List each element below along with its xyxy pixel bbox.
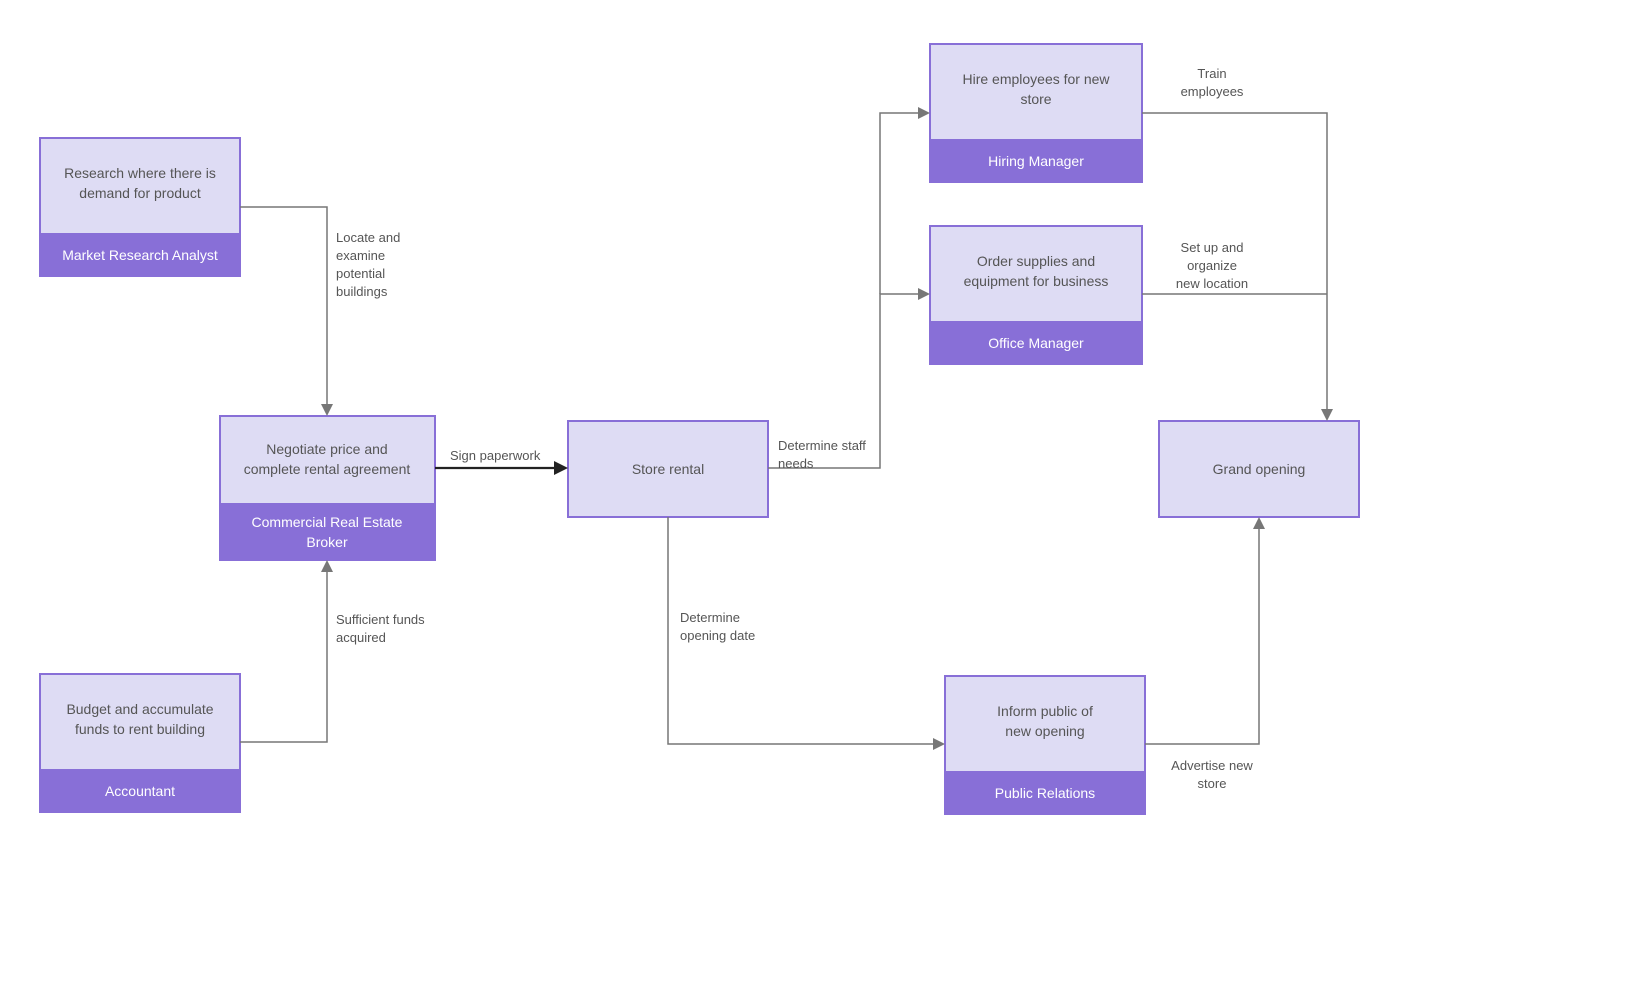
edge-advertise: Advertise new store <box>1145 517 1265 791</box>
edge-staff-l1: Determine staff <box>778 438 866 453</box>
node-inform-title-1: Inform public of <box>997 703 1093 719</box>
edge-locate-l3: potential <box>336 266 385 281</box>
flowchart-canvas: Research where there is demand for produ… <box>0 0 1640 993</box>
node-negotiate-footer-2: Broker <box>306 534 348 550</box>
edge-advertise-l1: Advertise new <box>1171 758 1253 773</box>
edge-sign: Sign paperwork <box>435 448 568 475</box>
node-grand-title: Grand opening <box>1213 461 1306 477</box>
node-hire-footer: Hiring Manager <box>988 153 1084 169</box>
edge-locate: Locate and examine potential buildings <box>240 207 400 416</box>
node-negotiate-footer-1: Commercial Real Estate <box>252 514 403 530</box>
edge-setup-l2: organize <box>1187 258 1237 273</box>
node-budget-title-2: funds to rent building <box>75 721 205 737</box>
node-budget-footer: Accountant <box>105 783 175 799</box>
edge-locate-l1: Locate and <box>336 230 400 245</box>
edge-date-l1: Determine <box>680 610 740 625</box>
edge-locate-l2: examine <box>336 248 385 263</box>
node-hire-title-1: Hire employees for new <box>962 71 1110 87</box>
node-supplies-title-1: Order supplies and <box>977 253 1095 269</box>
edge-date-l2: opening date <box>680 628 755 643</box>
edge-sufficient-l1: Sufficient funds <box>336 612 425 627</box>
edge-staff: Determine staff needs <box>768 107 930 471</box>
node-hire: Hire employees for new store Hiring Mana… <box>930 44 1142 182</box>
edge-advertise-l2: store <box>1198 776 1227 791</box>
edge-sufficient-l2: acquired <box>336 630 386 645</box>
edge-setup-l1: Set up and <box>1181 240 1244 255</box>
node-supplies-footer: Office Manager <box>988 335 1084 351</box>
node-research-footer: Market Research Analyst <box>62 247 218 263</box>
edge-setup: Set up and organize new location <box>1142 240 1327 294</box>
node-research-title-1: Research where there is <box>64 165 216 181</box>
node-supplies: Order supplies and equipment for busines… <box>930 226 1142 364</box>
edge-setup-l3: new location <box>1176 276 1248 291</box>
edge-sign-l1: Sign paperwork <box>450 448 541 463</box>
edge-staff-l2: needs <box>778 456 814 471</box>
node-negotiate: Negotiate price and complete rental agre… <box>220 416 435 560</box>
node-grand: Grand opening <box>1159 421 1359 517</box>
edge-date: Determine opening date <box>668 517 945 750</box>
edge-locate-l4: buildings <box>336 284 388 299</box>
node-negotiate-title-2: complete rental agreement <box>244 461 411 477</box>
node-hire-title-2: store <box>1020 91 1051 107</box>
node-research-title-2: demand for product <box>79 185 201 201</box>
node-store-title: Store rental <box>632 461 704 477</box>
node-inform: Inform public of new opening Public Rela… <box>945 676 1145 814</box>
node-negotiate-title-1: Negotiate price and <box>266 441 387 457</box>
edge-train-l2: employees <box>1181 84 1244 99</box>
node-research: Research where there is demand for produ… <box>40 138 240 276</box>
node-inform-title-2: new opening <box>1005 723 1084 739</box>
node-store: Store rental <box>568 421 768 517</box>
edge-sufficient: Sufficient funds acquired <box>240 560 425 742</box>
node-inform-footer: Public Relations <box>995 785 1095 801</box>
edge-train-l1: Train <box>1197 66 1226 81</box>
node-supplies-title-2: equipment for business <box>964 273 1109 289</box>
node-budget-title-1: Budget and accumulate <box>66 701 213 717</box>
node-budget: Budget and accumulate funds to rent buil… <box>40 674 240 812</box>
